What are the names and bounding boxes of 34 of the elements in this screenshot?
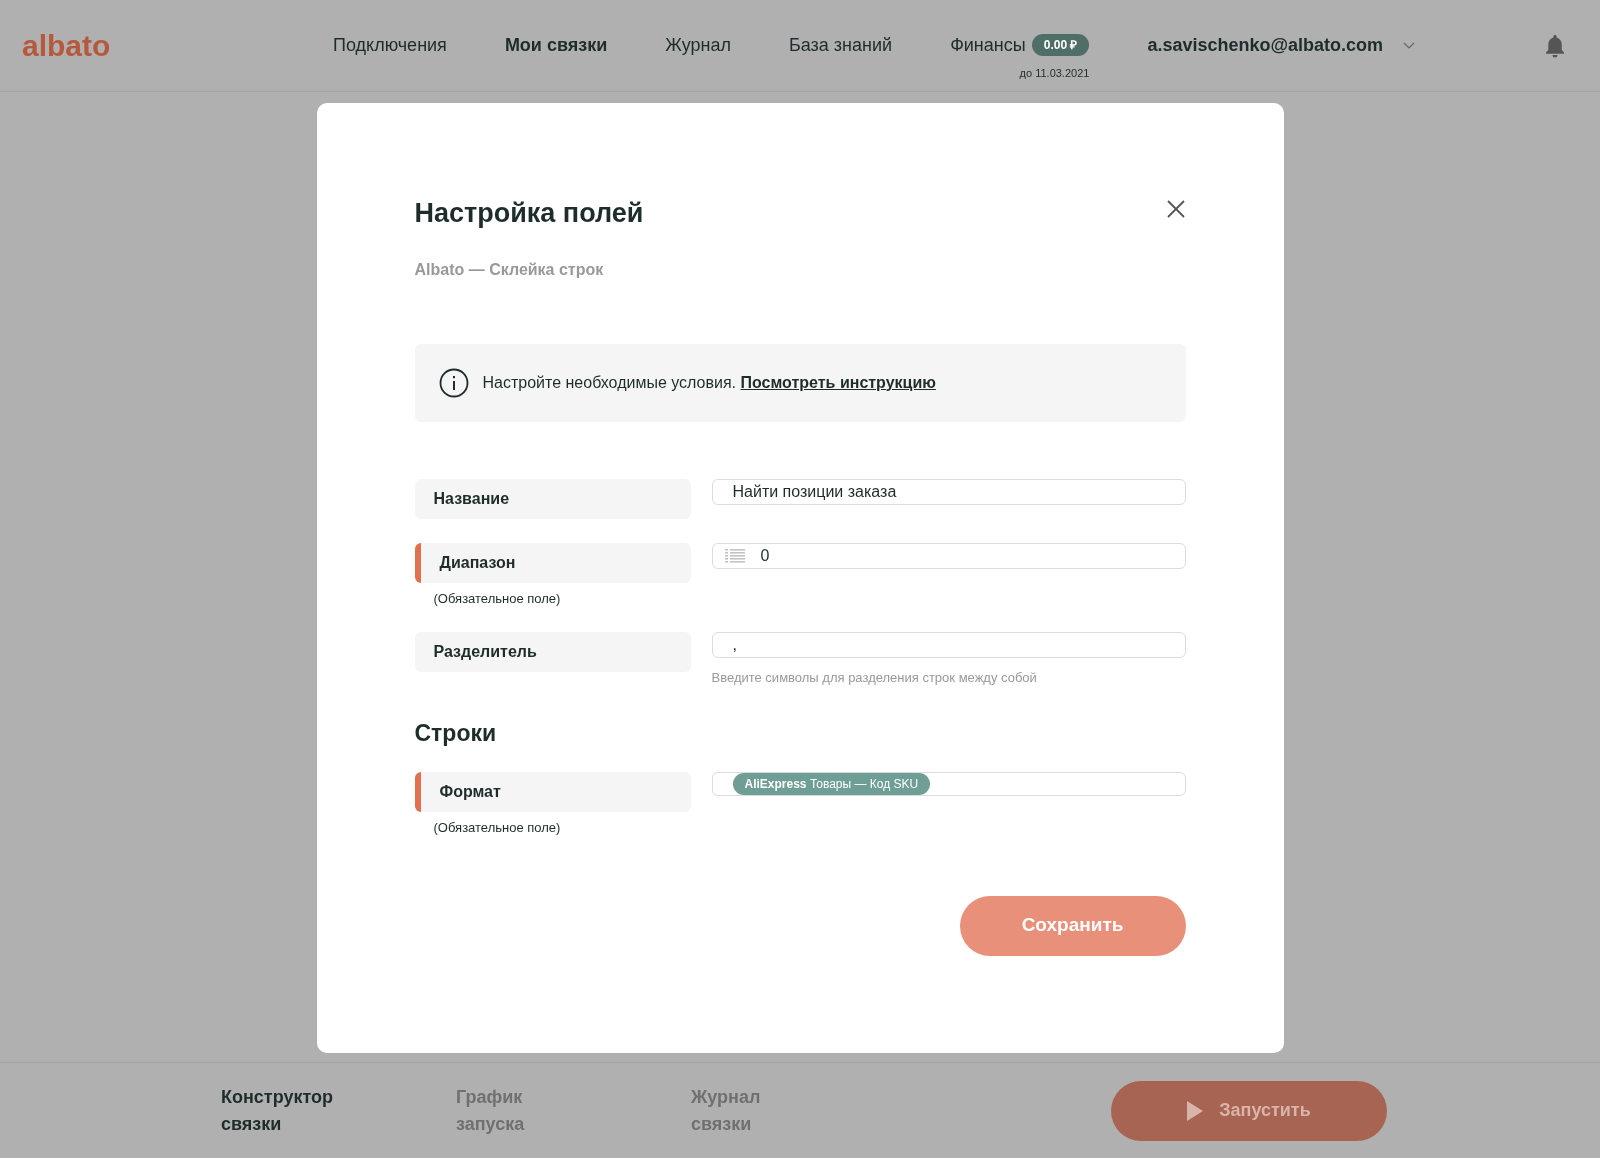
nav-link[interactable]: Подключения bbox=[333, 32, 447, 59]
nav-link[interactable]: База знаний bbox=[789, 32, 893, 59]
required-note: (Обязательное поле) bbox=[432, 589, 562, 608]
bell-icon[interactable] bbox=[1544, 33, 1566, 58]
chevron-icon bbox=[1403, 41, 1416, 50]
field-label: Разделитель bbox=[414, 632, 691, 672]
nav-link[interactable]: Мои связки bbox=[504, 32, 608, 59]
field-label: Название bbox=[414, 478, 691, 519]
play-icon bbox=[1187, 1100, 1204, 1121]
footer-tab[interactable]: Конструктор связки bbox=[221, 1083, 356, 1138]
close-icon[interactable] bbox=[1165, 199, 1186, 219]
modal-title: Настройка полей bbox=[414, 197, 644, 230]
user-menu[interactable]: a.savischenko@albato.com bbox=[1147, 32, 1416, 59]
info-text: Настройте необходимые условия. Посмотреть инструкцию bbox=[482, 372, 936, 393]
field-value: Найти позиции заказа bbox=[732, 481, 897, 502]
tag: AliExpress Товары — Код SKU bbox=[732, 773, 931, 795]
instruction-link[interactable]: Посмотреть инструкцию bbox=[740, 373, 936, 391]
info-icon bbox=[438, 367, 469, 398]
balance-expiry: до 11.03.2021 bbox=[1019, 65, 1090, 81]
input-field[interactable]: Найти позиции заказа bbox=[711, 478, 1186, 505]
input-field[interactable]: 0 bbox=[711, 542, 1186, 569]
list-icon bbox=[724, 548, 745, 563]
modal-subtitle: Albato — Склейка строк bbox=[414, 259, 605, 280]
section-title: Строки bbox=[414, 718, 498, 748]
nav-link[interactable]: Журнал bbox=[665, 32, 731, 59]
field-label: Формат bbox=[414, 772, 691, 812]
required-note: (Обязательное поле) bbox=[432, 819, 562, 837]
field-value: , bbox=[732, 635, 737, 655]
input-field[interactable]: , bbox=[711, 632, 1186, 658]
balance-badge: 0.00 ₽ bbox=[1031, 34, 1090, 57]
field-label: Диапазон bbox=[414, 542, 691, 583]
field-value: 0 bbox=[760, 545, 770, 566]
nav-link[interactable]: Финансы bbox=[950, 31, 1026, 59]
field-hint: Введите символы для разделения строк между собой bbox=[711, 669, 1038, 687]
